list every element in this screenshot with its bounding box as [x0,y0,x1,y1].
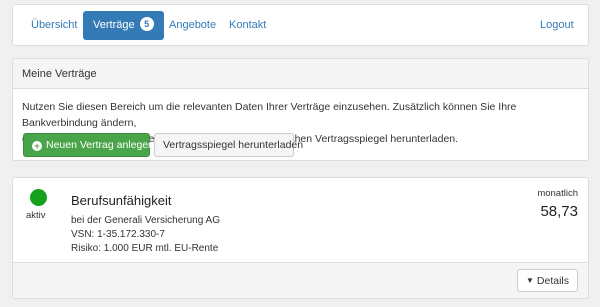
contract-insurer: bei der Generali Versicherung AG [71,215,220,226]
nav-item-contact[interactable]: Kontakt [229,11,266,40]
new-contract-button[interactable]: + Neuen Vertrag anlegen [23,133,154,157]
nav-item-overview[interactable]: Übersicht [31,11,77,40]
panel-heading: Meine Verträge [13,59,588,89]
download-contract-overview-button[interactable]: Vertragsspiegel herunterladen [154,133,303,157]
top-navbar: Übersicht Verträge 5 Angebote Kontakt Log… [12,4,589,46]
logout-link[interactable]: Logout [540,11,574,40]
status-indicator-icon [30,189,47,206]
contract-card-footer: ▼ Details [13,262,588,298]
new-contract-button-label: Neuen Vertrag anlegen [46,139,154,151]
plus-circle-icon: + [32,141,42,151]
payment-period: monatlich [537,188,578,199]
nav-item-contracts-label: Verträge [93,19,135,31]
contract-card: aktiv Berufsunfähigkeit bei der Generali… [12,177,589,299]
details-button-label: Details [536,275,569,287]
status-label: aktiv [26,210,46,221]
contracts-count-badge: 5 [139,17,154,31]
contract-vsn: VSN: 1-35.172.330-7 [71,229,165,240]
details-button[interactable]: ▼ Details [516,269,578,292]
chevron-down-icon: ▼ [525,276,534,285]
contract-risk: Risiko: 1.000 EUR mtl. EU-Rente [71,243,219,254]
contract-title: Berufsunfähigkeit [71,193,172,208]
premium-amount: 58,73 [540,203,578,220]
nav-item-offers[interactable]: Angebote [169,11,216,40]
contracts-info-panel: Meine Verträge Nutzen Sie diesen Bereich… [12,58,589,161]
nav-item-contracts[interactable]: Verträge 5 [83,11,164,40]
description-line-1: Nutzen Sie diesen Bereich um die relevan… [22,101,517,129]
